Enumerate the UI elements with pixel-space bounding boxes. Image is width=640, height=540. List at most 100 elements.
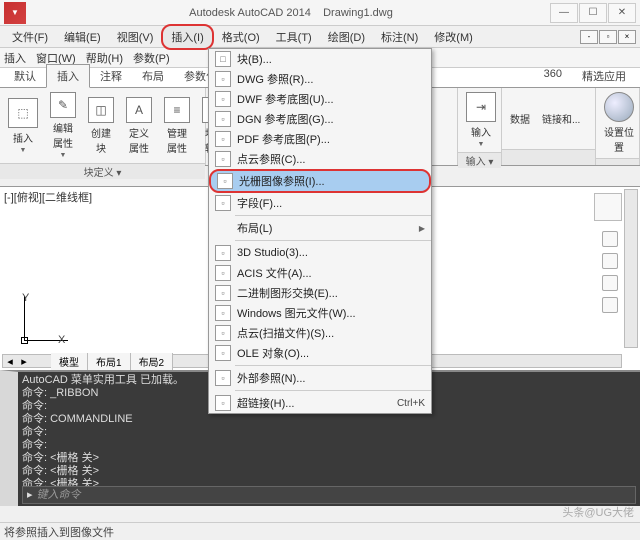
close-button[interactable]: ✕ bbox=[608, 3, 636, 23]
menu-item-label: 外部参照(N)... bbox=[237, 370, 425, 386]
menu-edit[interactable]: 编辑(E) bbox=[56, 26, 109, 48]
menu-item[interactable]: ▫3D Studio(3)... bbox=[209, 243, 431, 263]
rbtn-def-attr[interactable]: A定义属性 bbox=[122, 95, 156, 157]
chevron-down-icon: ▼ bbox=[20, 147, 27, 154]
menu-item-icon: ▫ bbox=[215, 195, 231, 211]
menu-item[interactable]: ▫DWF 参考底图(U)... bbox=[209, 89, 431, 109]
nav-pan-icon[interactable] bbox=[602, 253, 618, 269]
rbtn-create-block[interactable]: ◫创建块 bbox=[84, 95, 118, 157]
menu-item[interactable]: ▫外部参照(N)... bbox=[209, 368, 431, 388]
ucs-x-label: X bbox=[58, 334, 65, 346]
mdi-controls: - ▫ × bbox=[580, 30, 636, 44]
menu-item-label: 3D Studio(3)... bbox=[237, 247, 425, 259]
viewport-label[interactable]: [-][俯视][二维线框] bbox=[4, 189, 92, 205]
ucs-y-label: Y bbox=[22, 292, 29, 304]
command-history-line: 命令: <栅格 关> bbox=[22, 452, 636, 465]
rbtn-insert[interactable]: ⬚插入▼ bbox=[4, 96, 42, 156]
ribbon-panel-location: 设置位置 bbox=[596, 88, 640, 165]
menu-item-label: 字段(F)... bbox=[237, 195, 425, 211]
command-placeholder: 键入命令 bbox=[37, 489, 81, 502]
model-tab[interactable]: 模型 bbox=[51, 353, 88, 370]
menu-item-label: DGN 参考底图(G)... bbox=[237, 111, 425, 127]
ribbon-tab-insert[interactable]: 插入 bbox=[46, 64, 90, 88]
command-history-line: 命令: COMMANDLINE bbox=[22, 413, 636, 426]
viewcube[interactable] bbox=[594, 193, 622, 221]
vertical-scrollbar[interactable] bbox=[624, 189, 638, 348]
menu-draw[interactable]: 绘图(D) bbox=[320, 26, 373, 48]
menu-item-icon: ▫ bbox=[215, 151, 231, 167]
menu-item-label: PDF 参考底图(P)... bbox=[237, 131, 425, 147]
menu-item-icon: ▫ bbox=[215, 111, 231, 127]
ribbon-panel-title[interactable]: 输入 ▾ bbox=[458, 152, 501, 168]
tb2-help[interactable]: 帮助(H) bbox=[86, 50, 123, 66]
layout-tab-2[interactable]: 布局2 bbox=[131, 353, 174, 370]
menu-item[interactable]: ▫ PDF 参考底图(P)... bbox=[209, 129, 431, 149]
create-block-icon: ◫ bbox=[88, 97, 114, 123]
rbtn-edit-attr[interactable]: ✎编辑属性▼ bbox=[46, 90, 80, 161]
menu-item[interactable]: ▫ DGN 参考底图(G)... bbox=[209, 109, 431, 129]
titlebar: ▼ Autodesk AutoCAD 2014 Drawing1.dwg — ☐… bbox=[0, 0, 640, 26]
menu-item[interactable]: ▫超链接(H)...Ctrl+K bbox=[209, 393, 431, 413]
menu-item[interactable]: ▫ 字段(F)... bbox=[209, 193, 431, 213]
menu-item[interactable]: ▫DWG 参照(R)... bbox=[209, 69, 431, 89]
rbtn-data[interactable]: 数据 bbox=[506, 109, 534, 128]
menu-tools[interactable]: 工具(T) bbox=[268, 26, 320, 48]
ribbon-panel-title[interactable]: 块定义 ▾ bbox=[0, 163, 205, 179]
ribbon-tab-360[interactable]: 360 bbox=[534, 65, 572, 87]
mdi-minimize-button[interactable]: - bbox=[580, 30, 598, 44]
rbtn-location[interactable]: 设置位置 bbox=[600, 90, 638, 156]
minimize-button[interactable]: — bbox=[550, 3, 578, 23]
menu-format[interactable]: 格式(O) bbox=[214, 26, 268, 48]
app-logo[interactable]: ▼ bbox=[4, 2, 26, 24]
command-input[interactable]: ▸ 键入命令 bbox=[22, 486, 636, 504]
nav-zoom-icon[interactable] bbox=[602, 275, 618, 291]
menu-item[interactable]: 布局(L)▶ bbox=[209, 218, 431, 238]
command-history-line: 命令: bbox=[22, 439, 636, 452]
maximize-button[interactable]: ☐ bbox=[579, 3, 607, 23]
menu-item[interactable]: ▫ACIS 文件(A)... bbox=[209, 263, 431, 283]
window-title: Autodesk AutoCAD 2014 Drawing1.dwg bbox=[32, 7, 550, 19]
rbtn-import[interactable]: ⇥输入▼ bbox=[462, 90, 500, 150]
menu-item[interactable]: ▫ 点云参照(C)... bbox=[209, 149, 431, 169]
menu-item-icon: ▫ bbox=[215, 91, 231, 107]
tb2-param[interactable]: 参数(P) bbox=[133, 50, 170, 66]
menu-item-icon: ▫ bbox=[215, 285, 231, 301]
menu-item[interactable]: ▫ OLE 对象(O)... bbox=[209, 343, 431, 363]
nav-orbit-icon[interactable] bbox=[602, 297, 618, 313]
rbtn-manage-attr[interactable]: ≡管理属性 bbox=[160, 95, 194, 157]
rbtn-link[interactable]: 链接和... bbox=[538, 109, 584, 128]
menu-item-label: 点云参照(C)... bbox=[237, 151, 425, 167]
window-controls: — ☐ ✕ bbox=[550, 3, 636, 23]
menu-item-label: OLE 对象(O)... bbox=[237, 345, 425, 361]
logo-dropdown-icon: ▼ bbox=[11, 8, 19, 17]
chevron-down-icon: ▼ bbox=[60, 152, 67, 159]
layout-tab-1[interactable]: 布局1 bbox=[88, 353, 131, 370]
menu-file[interactable]: 文件(F) bbox=[4, 26, 56, 48]
menu-item-icon: ▫ bbox=[215, 325, 231, 341]
menu-item-icon: ▫ bbox=[215, 131, 231, 147]
tb2-insert[interactable]: 插入 bbox=[4, 50, 26, 66]
menu-item-icon: ▫ bbox=[215, 345, 231, 361]
mdi-restore-button[interactable]: ▫ bbox=[599, 30, 617, 44]
menu-modify[interactable]: 修改(M) bbox=[426, 26, 481, 48]
menu-item-shortcut: Ctrl+K bbox=[397, 398, 425, 409]
menu-item[interactable]: ▫二进制图形交换(E)... bbox=[209, 283, 431, 303]
menu-dimension[interactable]: 标注(N) bbox=[373, 26, 426, 48]
menu-item-icon: ▫ bbox=[215, 395, 231, 411]
ribbon-tab-featured[interactable]: 精选应用 bbox=[572, 65, 636, 87]
ribbon-tab-layout[interactable]: 布局 bbox=[132, 65, 174, 87]
menu-item[interactable]: □块(B)... bbox=[209, 49, 431, 69]
ribbon-tab-annotate[interactable]: 注释 bbox=[90, 65, 132, 87]
menu-item[interactable]: ▫光栅图像参照(I)... bbox=[209, 169, 431, 193]
menu-item-label: 点云(扫描文件)(S)... bbox=[237, 325, 425, 341]
mdi-close-button[interactable]: × bbox=[618, 30, 636, 44]
command-history-line: 命令: <栅格 关> bbox=[22, 465, 636, 478]
ribbon-panel-title bbox=[502, 149, 595, 165]
ribbon-tab-default[interactable]: 默认 bbox=[4, 65, 46, 87]
menu-item[interactable]: ▫Windows 图元文件(W)... bbox=[209, 303, 431, 323]
menu-item[interactable]: ▫ 点云(扫描文件)(S)... bbox=[209, 323, 431, 343]
menu-item-icon: ▫ bbox=[215, 265, 231, 281]
menu-view[interactable]: 视图(V) bbox=[109, 26, 162, 48]
menu-insert[interactable]: 插入(I) bbox=[161, 24, 213, 50]
nav-wheel-icon[interactable] bbox=[602, 231, 618, 247]
